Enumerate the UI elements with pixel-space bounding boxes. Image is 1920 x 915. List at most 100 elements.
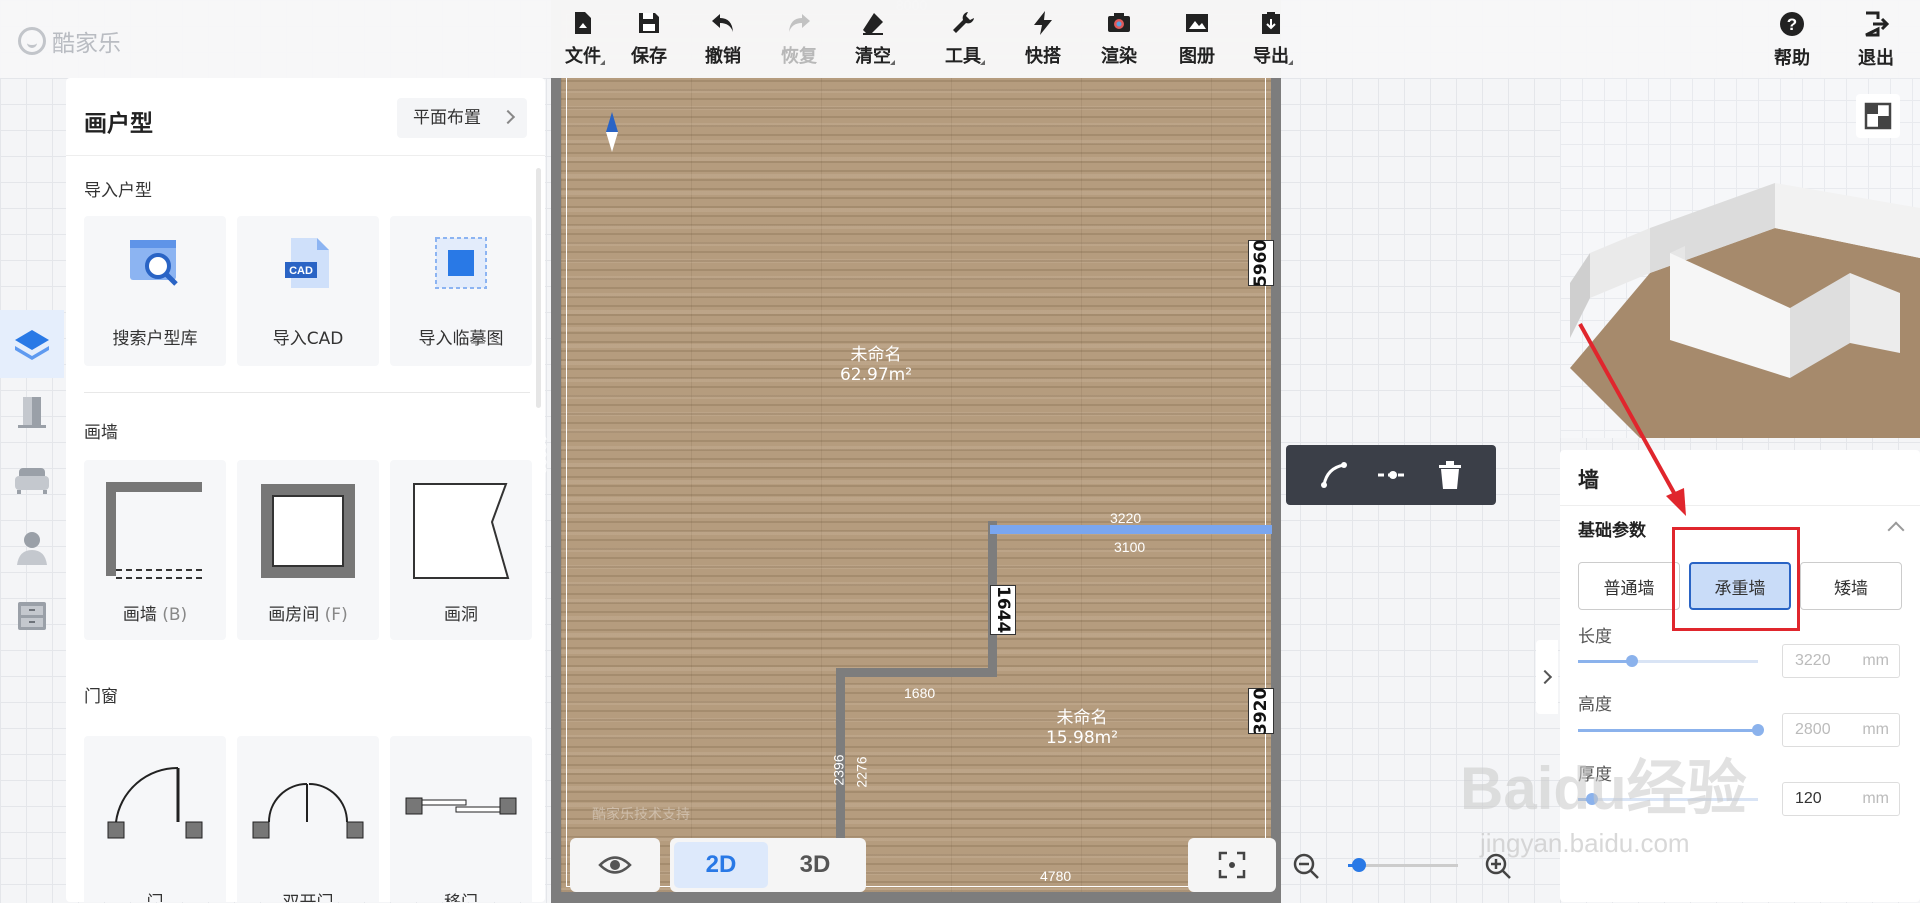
- zoom-slider[interactable]: [1348, 858, 1458, 872]
- wall-type-normal[interactable]: 普通墙: [1578, 562, 1680, 610]
- import-trace-card[interactable]: 导入临摹图: [390, 216, 532, 366]
- logo-text: 酷家乐: [52, 31, 121, 57]
- undo-button[interactable]: 撤销: [691, 10, 755, 68]
- selected-wall[interactable]: [990, 525, 1272, 534]
- visibility-toggle[interactable]: [570, 838, 660, 892]
- export-label: 导出: [1253, 46, 1289, 67]
- room-name: 未命名: [850, 345, 902, 365]
- thickness-unit: mm: [1862, 790, 1889, 807]
- clear-button[interactable]: 清空: [841, 10, 905, 68]
- section-doors: 门窗: [84, 687, 118, 707]
- chevron-right-icon: [1537, 669, 1553, 685]
- length-slider-knob[interactable]: [1626, 655, 1638, 667]
- render-button[interactable]: 渲染: [1087, 10, 1151, 68]
- view-3d-button[interactable]: 3D: [768, 842, 862, 888]
- cabinet-icon: [18, 602, 46, 630]
- trace-image-icon: [435, 237, 487, 289]
- preview-layout-button[interactable]: [1856, 94, 1900, 138]
- panel-scrollbar[interactable]: [536, 168, 541, 408]
- app-logo[interactable]: 酷家乐: [18, 24, 121, 58]
- wrench-icon: [953, 12, 974, 33]
- album-button[interactable]: 图册: [1165, 10, 1229, 68]
- section-walls: 画墙: [84, 423, 118, 443]
- height-slider-knob[interactable]: [1752, 724, 1764, 736]
- help-button[interactable]: ? 帮助: [1762, 10, 1822, 70]
- render-label: 渲染: [1101, 46, 1137, 67]
- lightning-icon: [1034, 11, 1052, 35]
- clear-label: 清空: [855, 46, 891, 67]
- curve-wall-icon[interactable]: [1319, 460, 1349, 490]
- redo-label: 恢复: [781, 46, 817, 67]
- length-value: 3220: [1795, 652, 1831, 669]
- save-button[interactable]: 保存: [617, 10, 681, 68]
- zoom-out-icon[interactable]: [1292, 852, 1320, 880]
- chevron-up-icon[interactable]: [1887, 521, 1905, 539]
- bottom-strip: [0, 903, 1920, 915]
- draw-wall-card[interactable]: 画墙 (B): [84, 460, 226, 640]
- view-2d-button[interactable]: 2D: [674, 842, 768, 888]
- dim-step-vertical: 1644: [990, 585, 1016, 635]
- length-input[interactable]: 3220 mm: [1782, 644, 1900, 678]
- sliding-door-card[interactable]: 移门: [390, 736, 532, 902]
- door-label: 门: [84, 888, 226, 902]
- sliding-door-icon: [405, 797, 517, 815]
- save-icon: [639, 13, 659, 33]
- quick-build-button[interactable]: 快搭: [1011, 10, 1075, 68]
- floor-layout-button[interactable]: 平面布置: [397, 98, 527, 138]
- draw-room-label: 画房间 (F): [237, 600, 379, 625]
- length-label: 长度: [1578, 627, 1612, 647]
- file-menu-button[interactable]: 文件: [551, 10, 615, 68]
- panel-header: 画户型 平面布置: [66, 78, 545, 156]
- room-label[interactable]: 未命名 62.97m²: [826, 345, 926, 385]
- height-slider[interactable]: [1578, 724, 1764, 736]
- import-cad-card[interactable]: CAD 导入CAD: [237, 216, 379, 366]
- image-icon: [1186, 14, 1208, 32]
- draw-wall-label: 画墙 (B): [84, 600, 226, 625]
- export-button[interactable]: 导出: [1239, 10, 1303, 68]
- wall-action-popup: [1286, 445, 1496, 505]
- view-mode-toggle: 2D 3D: [670, 838, 866, 892]
- save-label: 保存: [631, 46, 667, 67]
- double-door-card[interactable]: 双开门: [237, 736, 379, 902]
- exit-button[interactable]: 退出: [1846, 10, 1906, 70]
- chevron-right-icon: [500, 109, 516, 125]
- search-floorplan-card[interactable]: 搜索户型库: [84, 216, 226, 366]
- import-cad-label: 导入CAD: [272, 329, 344, 349]
- fit-view-button[interactable]: [1188, 838, 1276, 892]
- interior-wall[interactable]: [836, 668, 997, 677]
- floor-plan[interactable]: [561, 10, 1271, 892]
- draw-room-text: 画房间: [268, 605, 320, 625]
- height-input[interactable]: 2800 mm: [1782, 713, 1900, 747]
- single-door-icon: [107, 766, 203, 839]
- thickness-input[interactable]: 120 mm: [1782, 782, 1900, 816]
- split-wall-icon[interactable]: [1376, 460, 1410, 490]
- delete-icon[interactable]: [1437, 460, 1463, 490]
- camera-icon: [1108, 13, 1130, 32]
- rail-people[interactable]: [0, 514, 64, 582]
- left-nav-rail: [0, 310, 64, 650]
- rail-doors[interactable]: [0, 378, 64, 446]
- rail-storage[interactable]: [0, 582, 64, 650]
- room-label[interactable]: 未命名 15.98m²: [1032, 708, 1132, 748]
- wall-type-low[interactable]: 矮墙: [1800, 562, 1902, 610]
- layout-switch-icon: [1864, 102, 1892, 130]
- draw-hole-card[interactable]: 画洞: [390, 460, 532, 640]
- door-icon: [18, 397, 46, 428]
- tools-menu-button[interactable]: 工具: [931, 10, 995, 68]
- rail-furniture[interactable]: [0, 446, 64, 514]
- cad-file-icon: CAD: [285, 238, 329, 288]
- zoom-slider-knob[interactable]: [1352, 858, 1366, 872]
- rail-floorplan[interactable]: [0, 310, 64, 378]
- draw-room-card[interactable]: 画房间 (F): [237, 460, 379, 640]
- door-card[interactable]: 门: [84, 736, 226, 902]
- length-slider[interactable]: [1578, 655, 1758, 667]
- sliding-door-label: 移门: [390, 888, 532, 902]
- draw-wall-shortcut: (B): [162, 605, 188, 625]
- support-watermark: 酷家乐技术支持: [592, 807, 690, 823]
- dim-selected-inner: 3100: [1114, 539, 1146, 555]
- dim-selected-outer: 3220: [1110, 510, 1142, 526]
- redo-button[interactable]: 恢复: [767, 10, 831, 68]
- dim-corner-b: 2276: [853, 756, 870, 788]
- view-controls: 2D 3D: [570, 838, 866, 892]
- panel-collapse-tab[interactable]: [1536, 640, 1558, 714]
